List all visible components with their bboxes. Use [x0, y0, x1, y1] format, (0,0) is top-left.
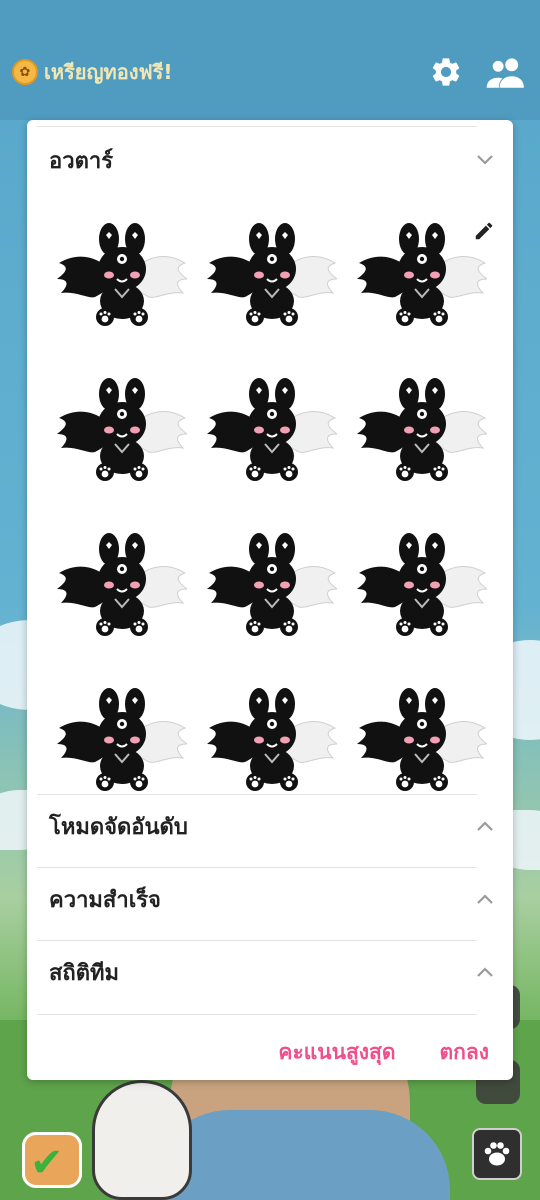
- pencil-edit-icon[interactable]: [473, 220, 495, 246]
- free-coins-link[interactable]: ✿ เหรียญทองฟรี!: [12, 56, 173, 88]
- settings-button[interactable]: [424, 50, 468, 94]
- plush-doll: [92, 1080, 192, 1200]
- section-achievements-title: ความสำเร็จ: [49, 887, 161, 913]
- chevron-up-icon: [475, 816, 495, 836]
- avatar-option[interactable]: [197, 508, 347, 663]
- player-outfit: [150, 1110, 450, 1200]
- chevron-up-icon: [475, 889, 495, 909]
- avatar-option[interactable]: [347, 198, 497, 353]
- avatar-grid: [47, 198, 499, 810]
- bunny-avatar-icon: [207, 378, 337, 481]
- coin-paw-icon: ✿: [12, 59, 38, 85]
- bunny-avatar-icon: [357, 223, 487, 326]
- paw-button[interactable]: [472, 1128, 522, 1180]
- section-avatars-title: อวตาร์: [49, 148, 114, 174]
- free-coins-label: เหรียญทองฟรี!: [44, 60, 173, 84]
- panel-footer: คะแนนสูงสุด ตกลง: [27, 1025, 513, 1080]
- high-score-button[interactable]: คะแนนสูงสุด: [278, 1036, 395, 1069]
- avatar-option[interactable]: [197, 353, 347, 508]
- section-team-stats-header[interactable]: สถิติทีม: [27, 936, 513, 1008]
- top-bar: ✿ เหรียญทองฟรี!: [0, 48, 540, 96]
- chevron-down-icon: [475, 150, 495, 170]
- bunny-avatar-icon: [57, 533, 187, 636]
- avatar-option[interactable]: [347, 508, 497, 663]
- bunny-avatar-icon: [207, 533, 337, 636]
- friends-button[interactable]: [484, 50, 528, 94]
- avatar-option[interactable]: [197, 198, 347, 353]
- checkmark-icon: ✔: [30, 1140, 64, 1186]
- ok-button[interactable]: ตกลง: [440, 1036, 489, 1069]
- friends-icon: [486, 58, 524, 88]
- chevron-up-icon: [475, 962, 495, 982]
- section-ranked-title: โหมดจัดอันดับ: [49, 814, 188, 840]
- paw-icon: [484, 1142, 510, 1166]
- divider: [37, 1014, 477, 1015]
- section-team-stats-title: สถิติทีม: [49, 960, 120, 986]
- avatar-option[interactable]: [47, 198, 197, 353]
- avatar-option[interactable]: [47, 353, 197, 508]
- bunny-avatar-icon: [57, 688, 187, 791]
- avatar-option[interactable]: [47, 508, 197, 663]
- section-achievements-header[interactable]: ความสำเร็จ: [27, 863, 513, 935]
- bunny-avatar-icon: [57, 378, 187, 481]
- bunny-avatar-icon: [357, 533, 487, 636]
- gear-icon: [432, 58, 460, 86]
- avatar-option[interactable]: [347, 353, 497, 508]
- profile-panel: อวตาร์ โหมดจัดอันดับ ความสำเร็จ สถิติทีม…: [27, 120, 513, 1080]
- section-avatars-header[interactable]: อวตาร์: [27, 124, 513, 196]
- bunny-avatar-icon: [357, 378, 487, 481]
- bunny-avatar-icon: [207, 688, 337, 791]
- bunny-avatar-icon: [207, 223, 337, 326]
- bunny-avatar-icon: [57, 223, 187, 326]
- bunny-avatar-icon: [357, 688, 487, 791]
- section-ranked-header[interactable]: โหมดจัดอันดับ: [27, 790, 513, 862]
